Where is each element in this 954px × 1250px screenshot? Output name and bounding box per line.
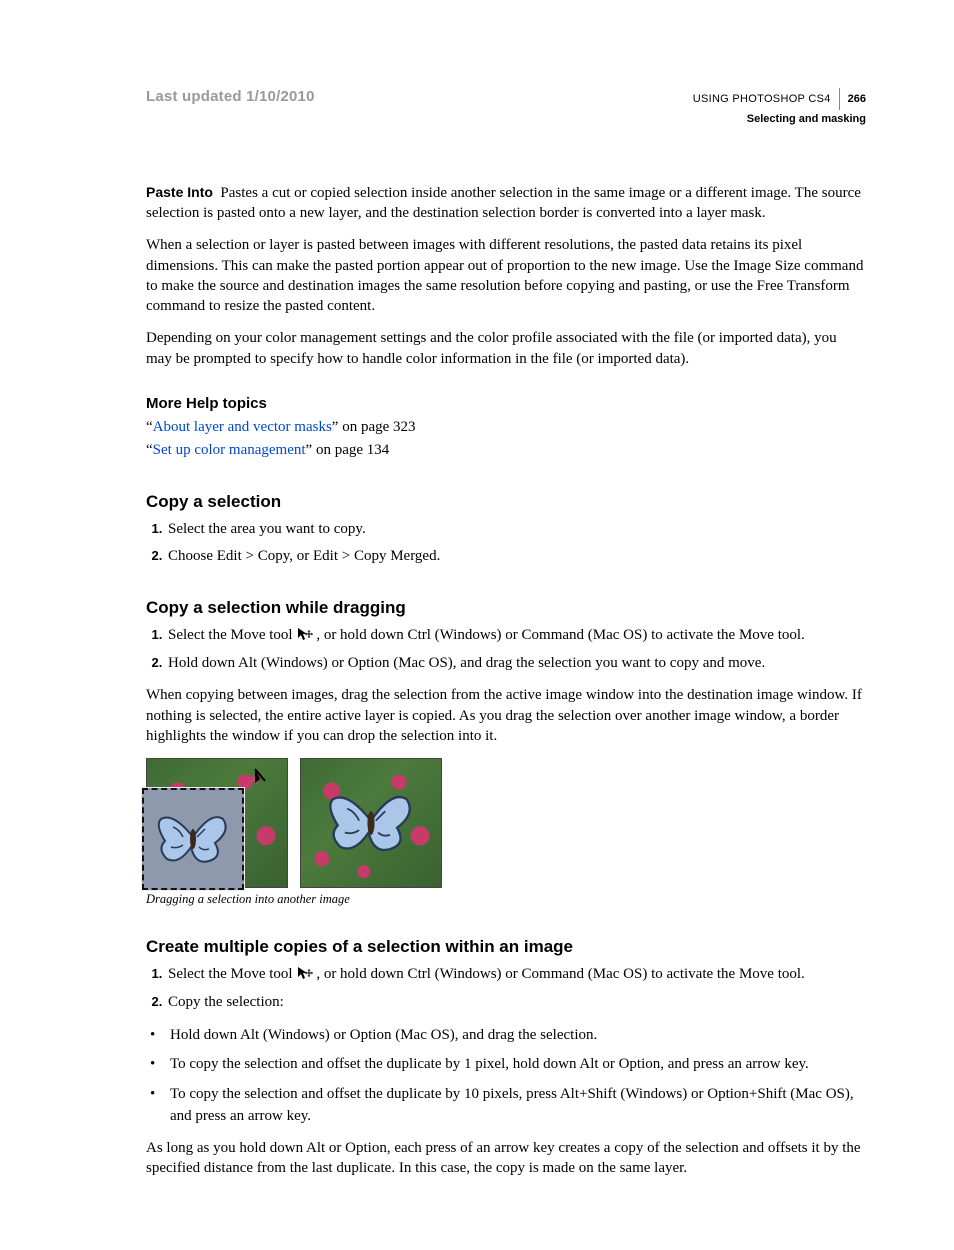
figure-destination-image [300, 758, 442, 888]
paste-into-text: Pastes a cut or copied selection inside … [146, 185, 861, 221]
paragraph-arrow-key-note: As long as you hold down Alt or Option, … [146, 1138, 866, 1179]
help-topic-2: “Set up color management” on page 134 [146, 439, 866, 462]
paragraph-paste-into: Paste Into Pastes a cut or copied select… [146, 183, 866, 224]
butterfly-icon [153, 807, 233, 871]
header-divider [839, 88, 840, 110]
list-item: Hold down Alt (Windows) or Option (Mac O… [166, 1025, 866, 1047]
link-color-management[interactable]: Set up color management [153, 442, 306, 458]
steps-copy-selection: Select the area you want to copy. Choose… [146, 518, 866, 568]
page-header: Last updated 1/10/2010 USING PHOTOSHOP C… [146, 88, 866, 127]
term-paste-into: Paste Into [146, 184, 213, 200]
steps-copy-dragging: Select the Move tool , or hold down Ctrl… [146, 624, 866, 676]
step: Choose Edit > Copy, or Edit > Copy Merge… [166, 545, 866, 568]
last-updated: Last updated 1/10/2010 [146, 88, 315, 105]
list-item: To copy the selection and offset the dup… [166, 1054, 866, 1076]
step: Select the area you want to copy. [166, 518, 866, 541]
help-topic-1: “About layer and vector masks” on page 3… [146, 416, 866, 439]
paragraph-resolution-note: When a selection or layer is pasted betw… [146, 235, 866, 316]
figure-caption: Dragging a selection into another image [146, 892, 866, 907]
page-number: 266 [848, 92, 866, 107]
bullets-multiple-copies: Hold down Alt (Windows) or Option (Mac O… [146, 1025, 866, 1128]
section-copy-selection: Copy a selection [146, 492, 866, 512]
step: Select the Move tool , or hold down Ctrl… [166, 963, 866, 988]
step: Select the Move tool , or hold down Ctrl… [166, 624, 866, 649]
book-title: USING PHOTOSHOP CS4 [693, 92, 831, 107]
section-copy-while-dragging: Copy a selection while dragging [146, 598, 866, 618]
more-help-heading: More Help topics [146, 395, 866, 412]
steps-multiple-copies: Select the Move tool , or hold down Ctrl… [146, 963, 866, 1015]
step: Copy the selection: [166, 991, 866, 1014]
paragraph-copy-between-images: When copying between images, drag the se… [146, 685, 866, 746]
selection-marquee [142, 788, 244, 890]
paragraph-color-management: Depending on your color management setti… [146, 328, 866, 369]
figure-drag-selection [146, 758, 866, 888]
section-multiple-copies: Create multiple copies of a selection wi… [146, 937, 866, 957]
butterfly-icon [323, 785, 419, 861]
link-layer-vector-masks[interactable]: About layer and vector masks [153, 419, 332, 435]
list-item: To copy the selection and offset the dup… [166, 1084, 866, 1128]
step: Hold down Alt (Windows) or Option (Mac O… [166, 652, 866, 675]
chapter-title: Selecting and masking [693, 112, 866, 127]
move-tool-icon [297, 626, 315, 649]
move-tool-icon [297, 965, 315, 988]
